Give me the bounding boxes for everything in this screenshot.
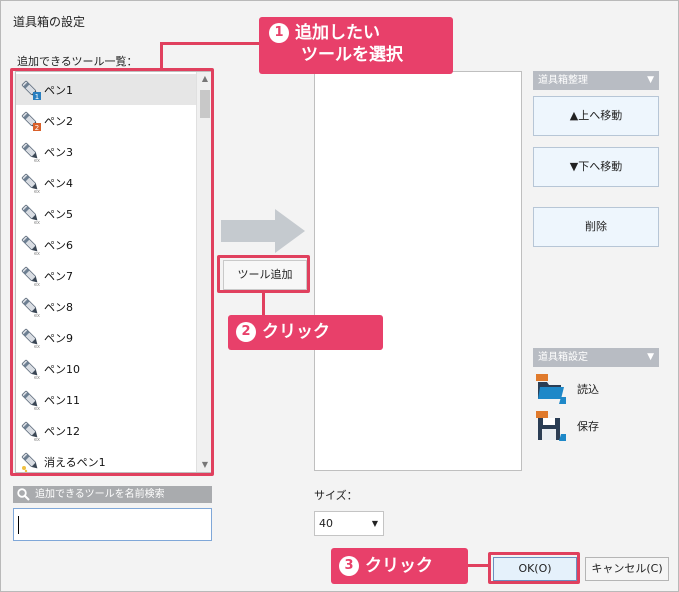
save-label: 保存 — [577, 420, 599, 433]
step2-text: クリック — [262, 322, 330, 342]
step2-number-badge: 2 — [236, 322, 256, 342]
size-value: 40 — [319, 517, 333, 530]
manage-panel-header[interactable]: 道具箱整理 ▼ — [533, 71, 659, 90]
dialog-title: 道具箱の設定 — [13, 15, 86, 29]
settings-panel-header[interactable]: 道具箱設定 ▼ — [533, 348, 659, 367]
step1-number-badge: 1 — [269, 23, 289, 43]
search-icon — [17, 488, 30, 501]
step1-text-line2: ツールを選択 — [301, 45, 403, 65]
save-disk-icon — [536, 411, 566, 441]
load-button[interactable]: 読込 — [535, 373, 599, 405]
tool-list-label: 追加できるツール一覧： — [17, 55, 138, 68]
tool-search-input[interactable] — [13, 508, 212, 541]
move-down-button[interactable]: ▼下へ移動 — [533, 147, 659, 187]
toolbox-tool-list[interactable] — [314, 71, 522, 471]
search-label-bar: 追加できるツールを名前検索 — [13, 486, 212, 503]
move-up-button[interactable]: ▲上へ移動 — [533, 96, 659, 136]
delete-button[interactable]: 削除 — [533, 207, 659, 247]
size-select[interactable]: 40 ▼ — [314, 511, 384, 536]
save-button[interactable]: 保存 — [535, 410, 599, 442]
chevron-down-icon[interactable]: ▼ — [647, 71, 654, 90]
step2-callout: 2 クリック — [228, 315, 383, 350]
step1-connector-line-vertical — [160, 42, 163, 70]
step3-number-badge: 3 — [339, 556, 359, 576]
step3-highlight-box — [488, 552, 580, 584]
step2-highlight-box — [217, 255, 310, 293]
step1-highlight-box — [10, 68, 214, 476]
open-folder-icon — [536, 374, 566, 404]
step3-text: クリック — [365, 556, 433, 576]
manage-panel-title: 道具箱整理 — [538, 75, 588, 86]
text-caret — [18, 516, 19, 534]
size-label: サイズ： — [314, 489, 358, 502]
cancel-button[interactable]: キャンセル(C) — [585, 557, 669, 581]
step3-connector-line — [466, 564, 490, 567]
step2-connector-line — [262, 293, 265, 315]
step1-text-line1: 追加したい — [295, 23, 380, 43]
step1-connector-line — [160, 42, 260, 45]
step3-callout: 3 クリック — [331, 548, 468, 584]
chevron-down-icon[interactable]: ▼ — [647, 348, 654, 367]
dropdown-arrow-icon[interactable]: ▼ — [372, 512, 378, 535]
right-arrow-icon — [221, 209, 305, 253]
load-label: 読込 — [577, 383, 599, 396]
settings-panel-title: 道具箱設定 — [538, 352, 588, 363]
search-label-text: 追加できるツールを名前検索 — [35, 489, 165, 500]
step1-callout: 1 追加したい ツールを選択 — [259, 17, 453, 74]
